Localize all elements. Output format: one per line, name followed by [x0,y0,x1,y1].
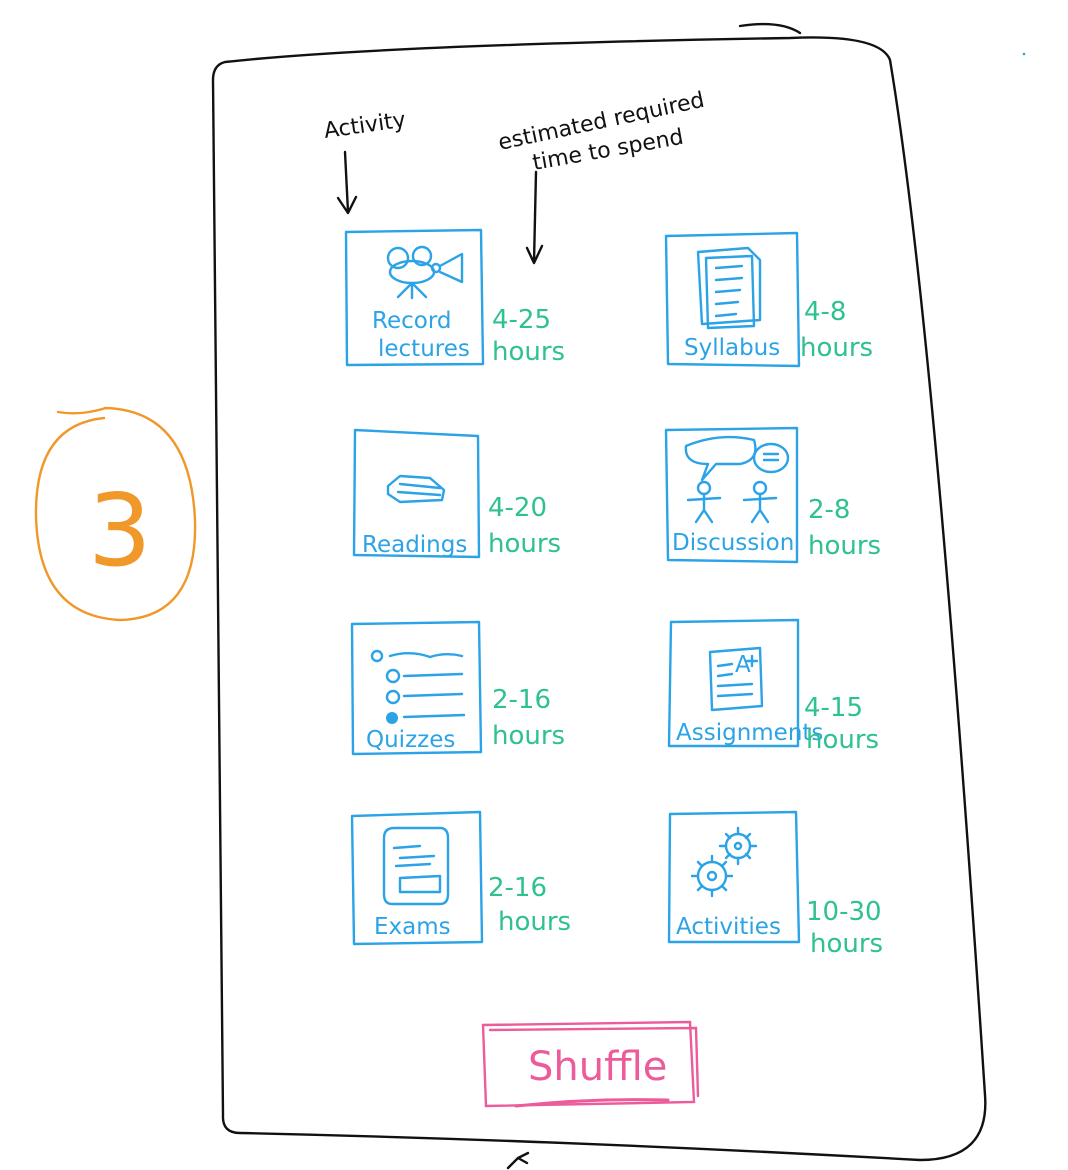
tile-label: Assignments [676,720,823,746]
tile-label: Exams [374,914,451,940]
tile-label: Discussion [672,530,794,556]
hours-range: 10-30 [806,897,882,927]
tile-label: Readings [362,532,467,558]
activity-tile-readings[interactable]: Readings [352,428,481,559]
exam-paper-icon [382,826,450,906]
shuffle-label: Shuffle [528,1044,667,1090]
activity-tile-activities[interactable]: Activities [667,810,801,944]
device-frame [211,36,987,1162]
wireframe-sketch: 3 Activity estimated required time to sp… [34,22,1026,1170]
activity-arrow [336,150,358,215]
hours-unit: hours [488,529,561,559]
svg-text:A: A [735,652,751,678]
hours-estimate: 4-8 hours [800,297,873,363]
book-icon [386,474,446,504]
hours-estimate: 2-8 hours [808,495,881,561]
document-icon [696,246,762,330]
hours-range: 2-8 [808,495,850,525]
graded-paper-icon: A [708,646,764,712]
activity-tile-record-lectures[interactable]: Record lectures [344,228,485,367]
activity-tile-discussion[interactable]: Discussion [664,426,799,564]
activity-tile-assignments[interactable]: A Assignments [667,618,823,748]
stray-dot [1022,52,1026,56]
gears-icon [690,826,758,898]
hours-range: 2-16 [488,873,547,903]
activity-tile-syllabus[interactable]: Syllabus [664,231,801,368]
hours-unit: hours [810,929,883,959]
device-frame-stroke [738,22,802,35]
hours-estimate: 10-30 hours [806,897,883,959]
hours-estimate: 4-20 hours [488,493,561,559]
hours-unit: hours [800,333,873,363]
hours-unit: hours [808,531,881,561]
discussion-icon [684,435,790,524]
estimated-arrow [525,170,544,265]
activity-note: Activity [322,108,407,144]
quiz-icon [370,649,466,724]
hours-unit: hours [492,337,565,367]
hours-range: 2-16 [492,685,551,715]
hours-unit: hours [806,725,879,755]
hours-estimate: 2-16 hours [488,873,571,937]
tile-label: Record [372,308,451,334]
tile-label: Quizzes [366,727,455,753]
bottom-arrow-mark [506,1151,530,1170]
hours-range: 4-8 [804,297,846,327]
hours-range: 4-20 [488,493,547,523]
step-number: 3 [88,472,152,589]
activity-tile-exams[interactable]: Exams [350,810,484,946]
shuffle-button[interactable]: Shuffle [481,1020,700,1108]
tile-label-line2: lectures [378,336,470,362]
hours-range: 4-15 [804,693,863,723]
step-indicator: 3 [34,406,197,622]
activity-tile-quizzes[interactable]: Quizzes [350,620,483,756]
activity-annotation: Activity [322,108,407,215]
hours-unit: hours [498,907,571,937]
tile-label: Activities [676,914,781,940]
hours-unit: hours [492,721,565,751]
hours-estimate: 4-25 hours [492,305,565,367]
video-camera-icon [386,245,464,300]
hours-estimate: 2-16 hours [492,685,565,751]
hours-range: 4-25 [492,305,551,335]
tile-label: Syllabus [684,335,780,361]
